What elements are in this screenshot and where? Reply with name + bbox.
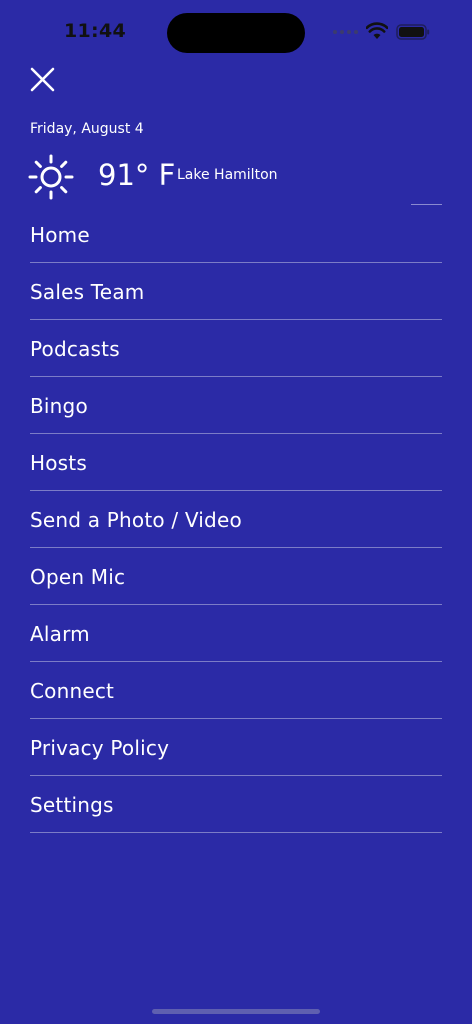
- menu-item-privacy-policy[interactable]: Privacy Policy: [30, 719, 442, 776]
- current-date: Friday, August 4: [30, 121, 144, 137]
- menu-item-send-photo-video[interactable]: Send a Photo / Video: [30, 491, 442, 548]
- dynamic-island: [167, 13, 305, 53]
- status-time: 11:44: [64, 20, 126, 42]
- weather-widget: 91° F Lake Hamilton: [28, 150, 442, 202]
- menu-item-connect[interactable]: Connect: [30, 662, 442, 719]
- cellular-signal-icon: [333, 30, 358, 34]
- menu-item-sales-team[interactable]: Sales Team: [30, 263, 442, 320]
- weather-location: Lake Hamilton: [177, 167, 278, 183]
- menu-item-hosts[interactable]: Hosts: [30, 434, 442, 491]
- close-icon[interactable]: [28, 64, 58, 94]
- menu-item-podcasts[interactable]: Podcasts: [30, 320, 442, 377]
- sun-icon: [28, 154, 74, 200]
- menu-item-bingo[interactable]: Bingo: [30, 377, 442, 434]
- temperature: 91° F: [98, 158, 176, 192]
- divider: [411, 204, 442, 205]
- menu-item-home[interactable]: Home: [30, 206, 442, 263]
- status-bar: 11:44: [0, 0, 472, 62]
- battery-icon: [396, 24, 430, 40]
- nav-menu: Home Sales Team Podcasts Bingo Hosts Sen…: [30, 206, 442, 833]
- home-indicator[interactable]: [152, 1009, 320, 1014]
- menu-item-open-mic[interactable]: Open Mic: [30, 548, 442, 605]
- menu-item-alarm[interactable]: Alarm: [30, 605, 442, 662]
- wifi-icon: [366, 22, 388, 39]
- menu-item-settings[interactable]: Settings: [30, 776, 442, 833]
